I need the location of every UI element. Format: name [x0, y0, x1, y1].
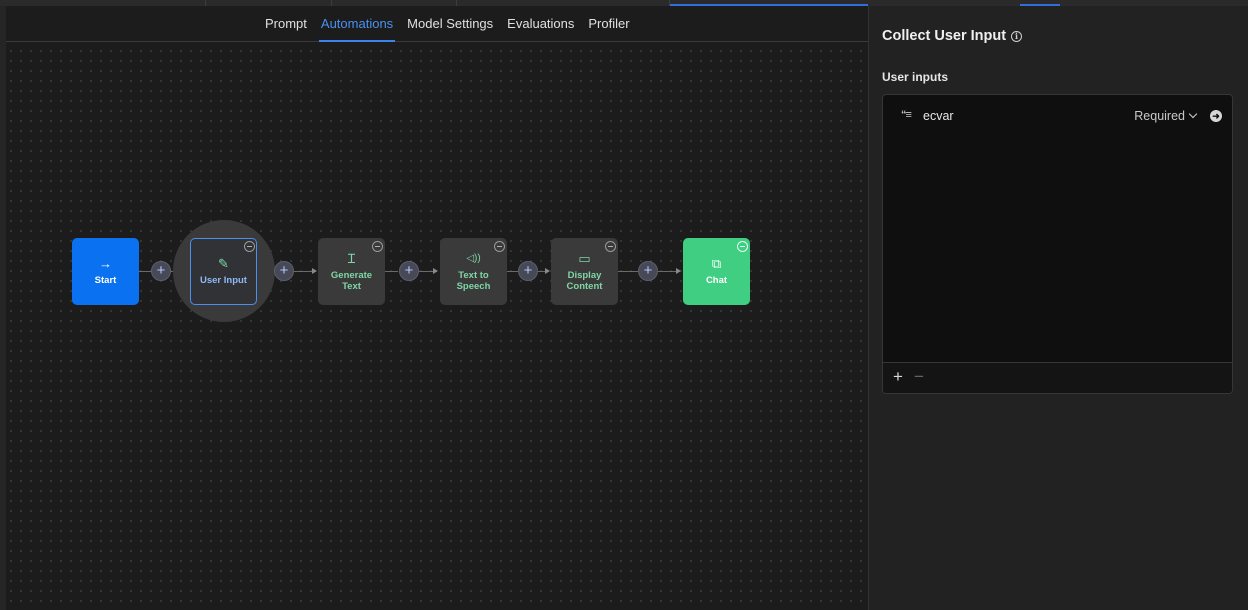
remove-node-button[interactable] — [244, 241, 255, 252]
info-icon[interactable]: i — [1011, 30, 1023, 42]
add-step-button[interactable]: + — [518, 261, 538, 281]
remove-node-button[interactable] — [605, 241, 616, 252]
add-step-button[interactable]: + — [399, 261, 419, 281]
connector-line — [419, 271, 434, 272]
chevron-down-icon — [1188, 109, 1198, 119]
remove-input-button[interactable]: − — [914, 367, 924, 387]
node-start[interactable]: → Start — [72, 238, 139, 305]
connector-arrow — [312, 268, 317, 274]
add-input-button[interactable]: + — [893, 367, 903, 387]
connector-line — [294, 271, 312, 272]
add-step-button[interactable]: + — [151, 261, 171, 281]
remove-node-button[interactable] — [372, 241, 383, 252]
message-square-icon: ▭ — [578, 250, 591, 266]
remove-node-button[interactable] — [494, 241, 505, 252]
app-window: Prompt Automations Model Settings Evalua… — [0, 0, 1248, 610]
text-cursor-icon: Ɪ — [347, 250, 356, 266]
list-footer: + − — [883, 362, 1232, 393]
connector-arrow — [676, 268, 681, 274]
panel-title-text: Collect User Input — [882, 28, 1007, 44]
speaker-icon: ◁)) — [466, 252, 481, 264]
remove-node-button[interactable] — [737, 241, 748, 252]
user-inputs-list: “≡ ecvar Required ➜ + − — [882, 94, 1233, 394]
arrow-right-icon: → — [99, 256, 112, 271]
node-label: Generate Text — [330, 269, 373, 292]
chat-bubbles-icon: ⧉ — [711, 256, 722, 271]
panel-subtitle: User inputs — [882, 70, 949, 84]
connector-line — [139, 271, 151, 272]
add-step-button[interactable]: + — [638, 261, 658, 281]
add-step-button[interactable]: + — [274, 261, 294, 281]
variable-icon: “≡ — [901, 109, 912, 121]
node-label: Start — [94, 275, 117, 286]
arrow-circle-right-icon[interactable]: ➜ — [1210, 110, 1222, 122]
connector-arrow — [545, 268, 550, 274]
node-label: Chat — [705, 275, 728, 286]
automation-flow: → Start ✎ User Input Ɪ Generate Text ◁))… — [0, 0, 868, 610]
node-label: User Input — [200, 275, 247, 286]
requirement-value: Required — [1134, 109, 1185, 123]
connector-line — [658, 271, 677, 272]
list-item[interactable]: “≡ ecvar Required ➜ — [883, 107, 1232, 127]
input-variable-name: ecvar — [923, 109, 954, 123]
connector-arrow — [433, 268, 438, 274]
properties-panel: Collect User Input i User inputs “≡ ecva… — [868, 6, 1248, 610]
connector-line — [507, 271, 518, 272]
requirement-dropdown[interactable]: Required — [1134, 109, 1198, 123]
connector-line — [385, 271, 398, 272]
panel-title: Collect User Input i — [882, 28, 1023, 44]
connector-line — [618, 271, 638, 272]
node-label: Display Content — [566, 269, 603, 292]
edit-icon: ✎ — [218, 256, 229, 271]
node-label: Text to Speech — [456, 269, 491, 292]
